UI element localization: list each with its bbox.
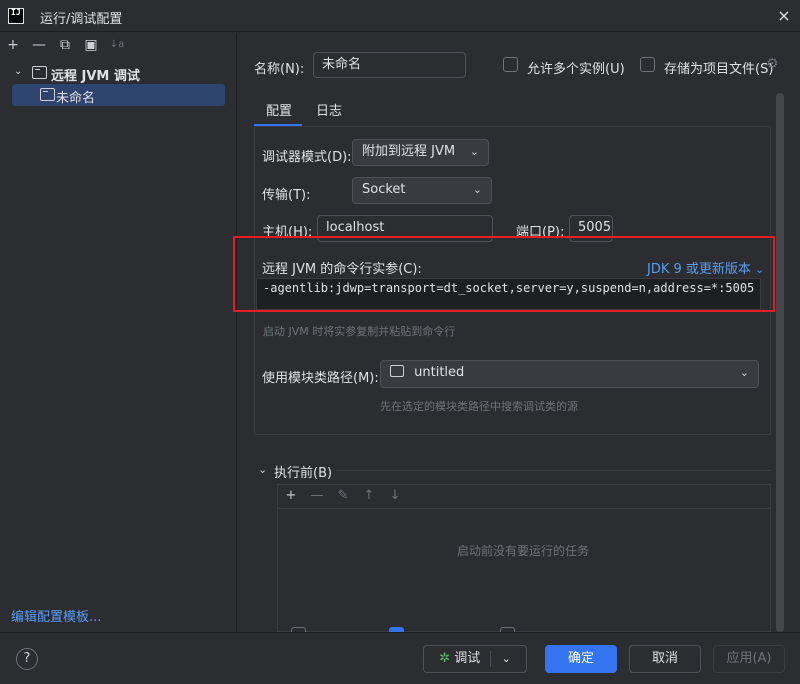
debugger-mode-value: 附加到远程 JVM — [362, 144, 456, 159]
transport-select[interactable]: Socket ⌄ — [352, 177, 492, 204]
help-button[interactable]: ? — [16, 648, 38, 670]
store-project-label: 存储为项目文件(S) — [664, 62, 774, 77]
tab-config[interactable]: 配置 — [266, 100, 292, 119]
tree-root-label: 远程 JVM 调试 — [51, 69, 140, 84]
name-label: 名称(N): — [254, 62, 305, 77]
highlight-annotation-box — [233, 236, 775, 312]
transport-value: Socket — [362, 182, 406, 197]
cmdline-hint: 启动 JVM 时将实参复制并粘贴到命令行 — [263, 325, 456, 338]
before-launch-empty-text: 启动前没有要运行的任务 — [457, 544, 590, 558]
chevron-down-icon: ⌄ — [469, 145, 479, 158]
edit-icon[interactable]: ✎ — [334, 487, 352, 505]
remote-debug-icon — [40, 88, 55, 101]
divider — [336, 470, 771, 471]
chevron-down-icon: ⌄ — [472, 183, 482, 196]
before-launch-label[interactable]: 执行前(B) — [274, 462, 332, 481]
bug-icon: ✲ — [439, 651, 451, 666]
tab-log[interactable]: 日志 — [316, 100, 342, 119]
remove-icon[interactable]: — — [30, 36, 48, 54]
allow-multiple-label: 允许多个实例(U) — [527, 62, 625, 77]
module-select[interactable]: untitled ⌄ — [380, 360, 759, 388]
ok-button[interactable]: 确定 — [545, 645, 617, 673]
module-hint: 先在选定的模块类路径中搜索调试类的源 — [380, 400, 578, 413]
arrow-up-icon[interactable]: ↑ — [360, 487, 378, 505]
tree-item-unnamed[interactable]: 未命名 — [12, 84, 225, 106]
apply-button[interactable]: 应用(A) — [713, 645, 785, 673]
scrollbar[interactable] — [776, 93, 784, 632]
allow-multiple-checkbox[interactable] — [503, 57, 518, 72]
folder-icon[interactable]: ▣ — [82, 36, 100, 54]
gear-icon[interactable]: ⚙ — [766, 56, 779, 72]
remove-icon[interactable]: — — [308, 487, 326, 505]
cancel-button[interactable]: 取消 — [629, 645, 701, 673]
tree-item-remote-jvm[interactable]: ⌄ 远程 JVM 调试 — [14, 64, 234, 84]
store-project-checkbox[interactable] — [640, 57, 655, 72]
chevron-down-icon: ⌄ — [739, 366, 749, 379]
module-value: untitled — [414, 365, 465, 380]
chevron-down-icon[interactable]: ⌄ — [258, 463, 267, 476]
divider — [490, 650, 492, 667]
name-input[interactable]: 未命名 — [313, 52, 466, 78]
chevron-down-icon[interactable]: ⌄ — [502, 652, 511, 665]
intellij-logo-icon: IJ _ — [8, 8, 24, 24]
add-icon[interactable]: + — [282, 487, 300, 505]
window-title: 运行/调试配置 — [40, 12, 123, 27]
edit-templates-link[interactable]: 编辑配置模板... — [11, 606, 101, 625]
transport-label: 传输(T): — [262, 188, 311, 203]
add-icon[interactable]: + — [4, 36, 22, 54]
chevron-down-icon[interactable]: ⌄ — [14, 66, 22, 77]
debug-button[interactable]: ✲ 调试 ⌄ — [423, 645, 527, 673]
debug-label: 调试 — [454, 651, 481, 666]
copy-icon[interactable]: ⧉ — [56, 36, 74, 54]
sort-icon[interactable]: ↓a — [108, 36, 126, 54]
debugger-mode-label: 调试器模式(D): — [262, 150, 352, 165]
debugger-mode-select[interactable]: 附加到远程 JVM ⌄ — [352, 139, 489, 166]
remote-debug-icon — [32, 66, 47, 79]
close-icon[interactable]: × — [774, 6, 794, 26]
tree-child-label: 未命名 — [56, 91, 96, 106]
config-tree-panel — [0, 33, 237, 632]
module-icon — [390, 365, 404, 377]
arrow-down-icon[interactable]: ↓ — [386, 487, 404, 505]
module-label: 使用模块类路径(M): — [262, 371, 379, 386]
